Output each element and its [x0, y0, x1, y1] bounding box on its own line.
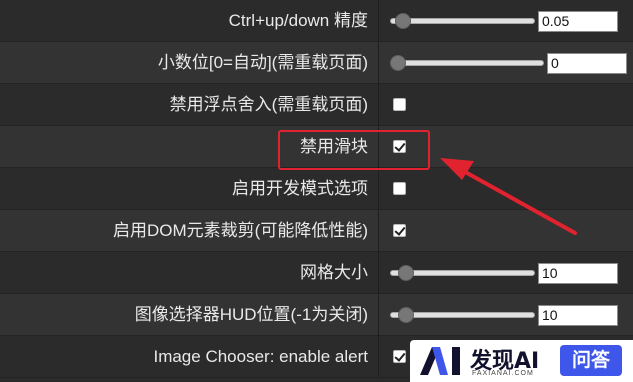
- watermark-qa-button[interactable]: 问答: [560, 345, 622, 376]
- watermark-subtitle: FAXIANAI.COM: [472, 370, 534, 377]
- watermark: 发现AI FAXIANAI.COM 问答: [410, 340, 633, 382]
- watermark-logo-icon: [420, 347, 460, 375]
- annotation-arrow-icon: [440, 158, 577, 235]
